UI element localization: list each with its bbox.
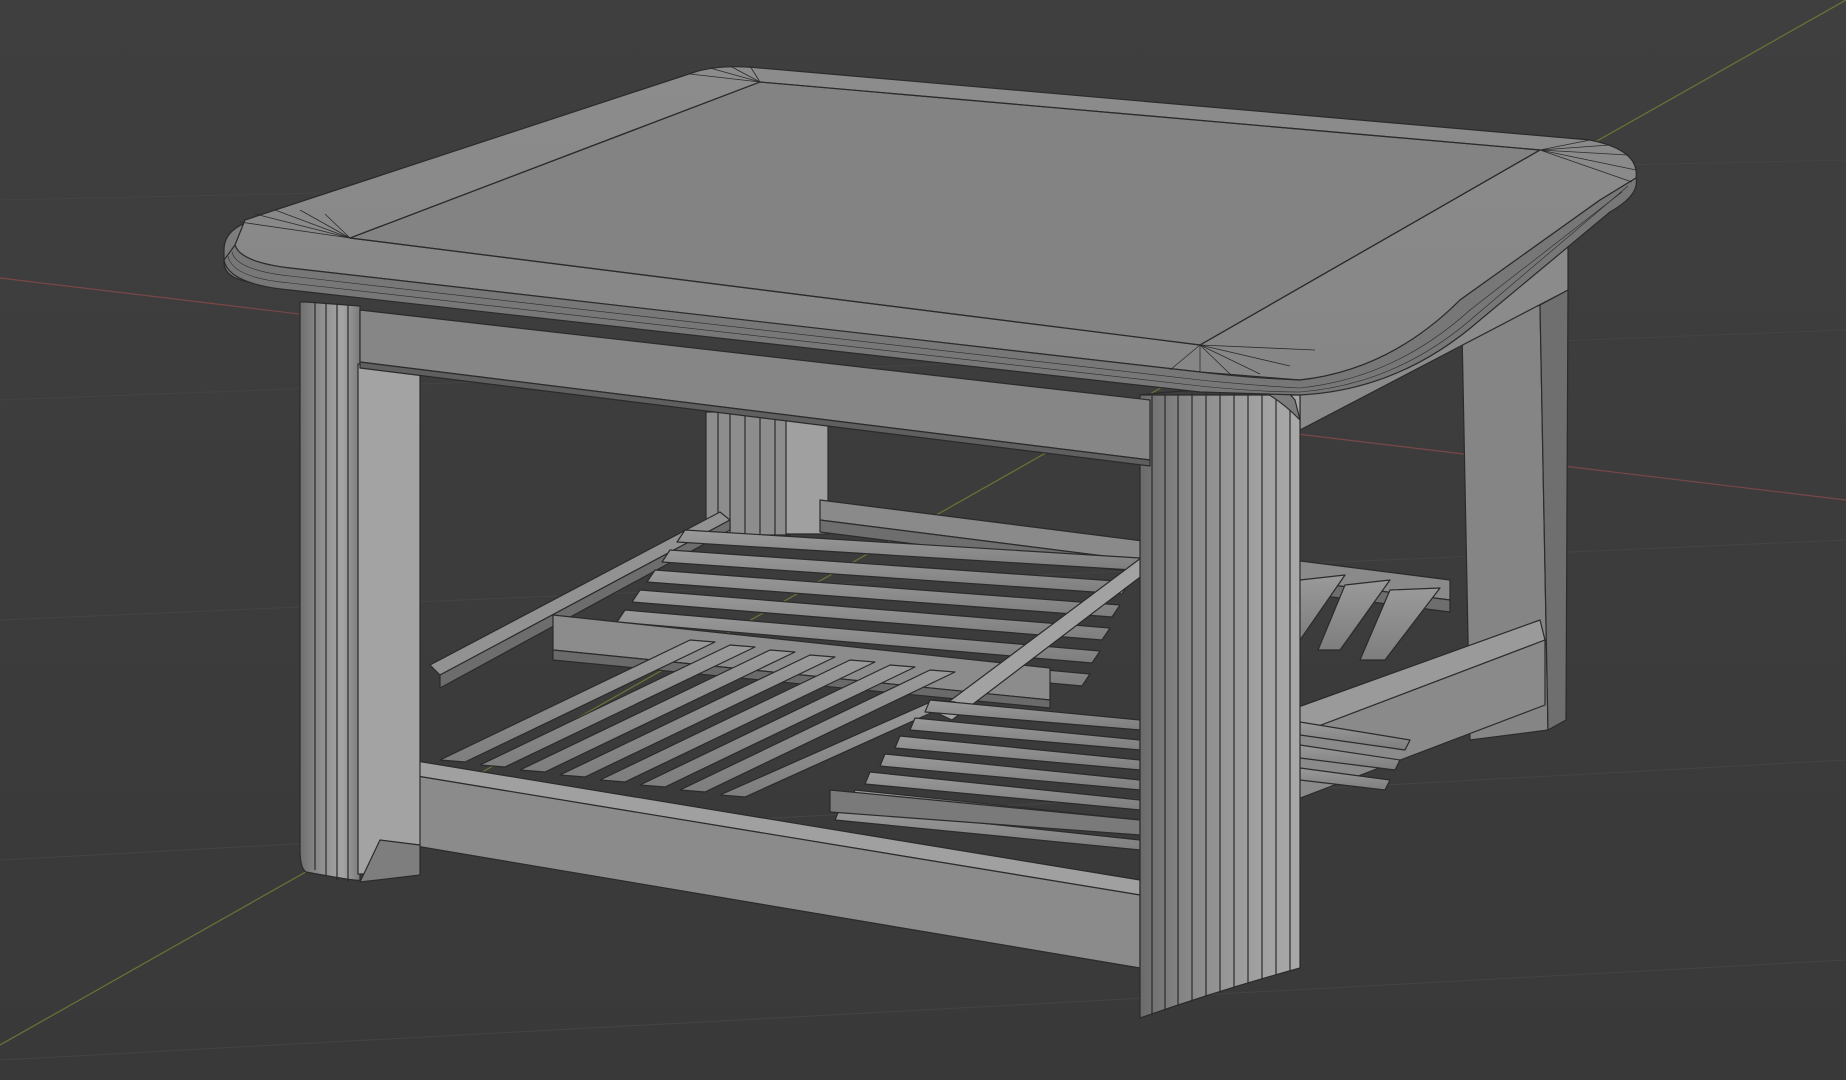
front-left-leg[interactable] (299, 301, 421, 883)
front-right-leg[interactable] (1139, 389, 1301, 1019)
viewport-canvas[interactable] (0, 0, 1846, 1080)
3d-viewport[interactable] (0, 0, 1846, 1080)
